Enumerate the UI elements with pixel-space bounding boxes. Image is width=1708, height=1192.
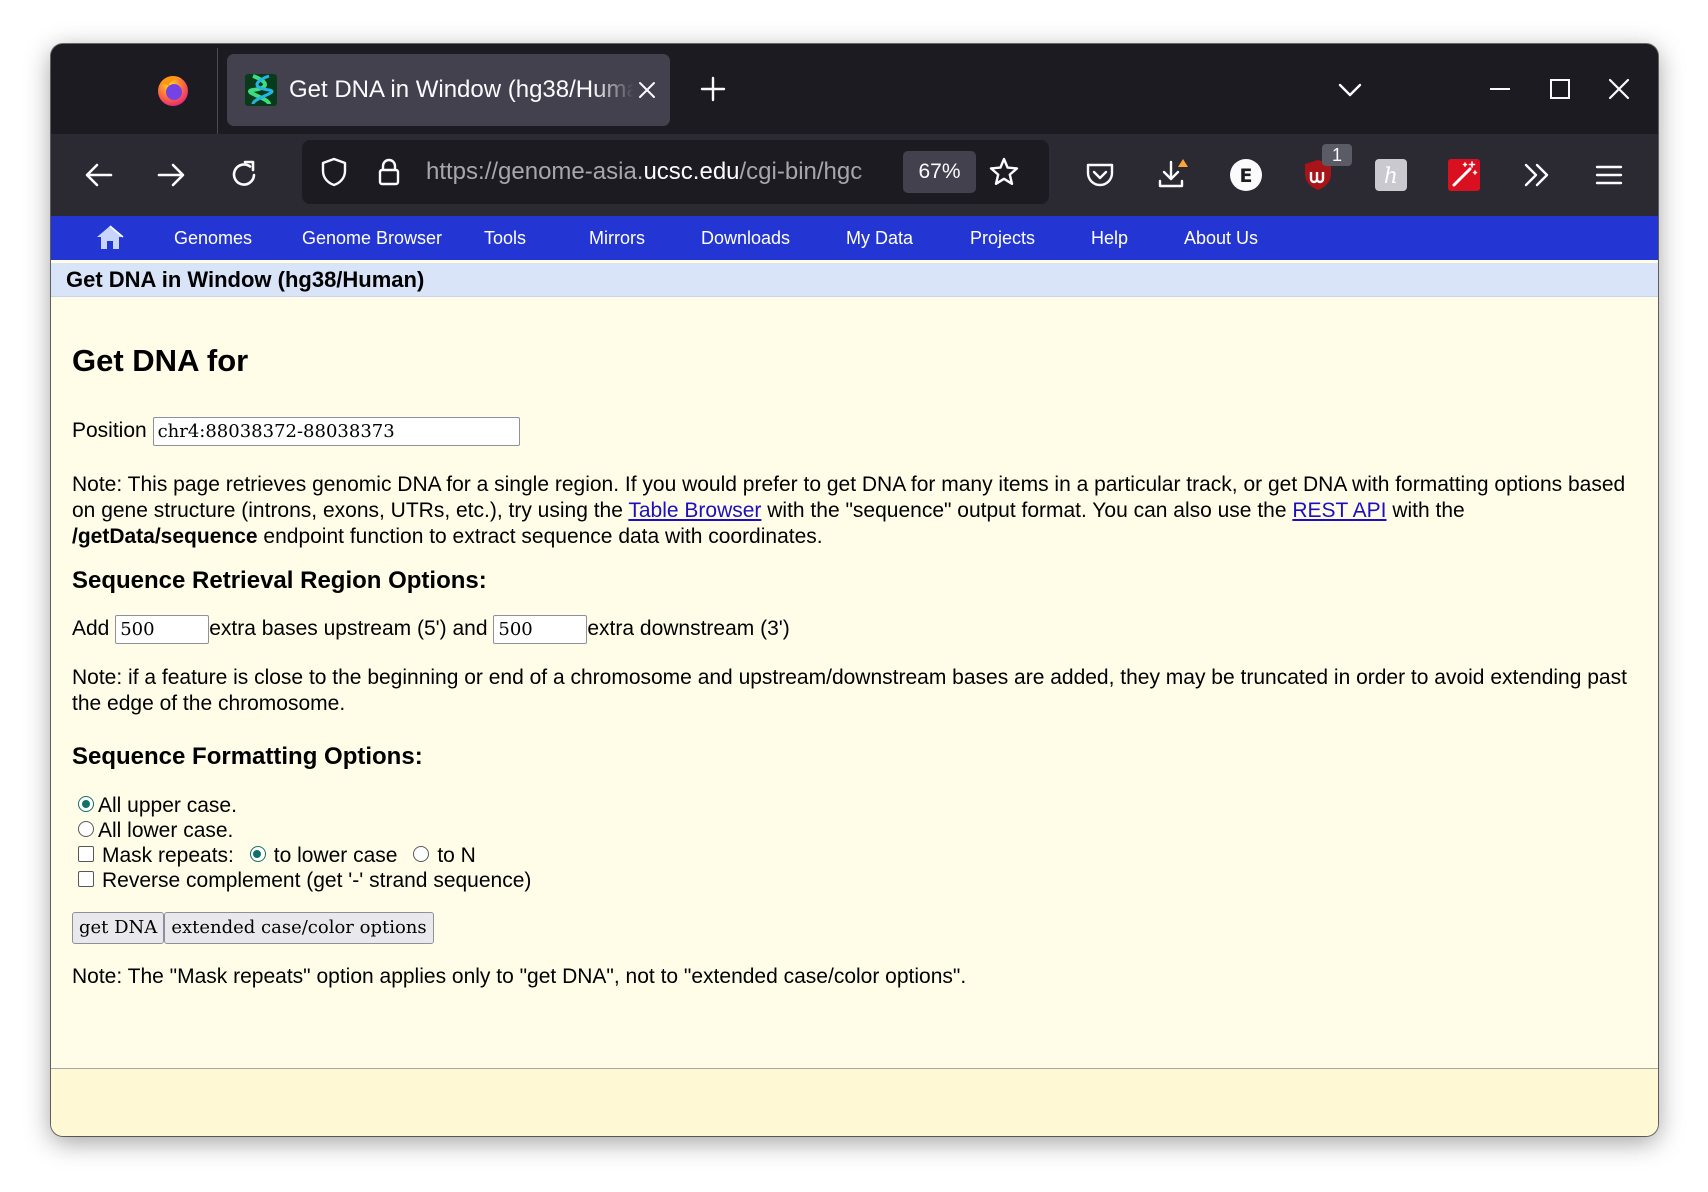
nav-my-data[interactable]: My Data	[846, 216, 913, 260]
position-row: Position chr4:88038372-88038373	[72, 417, 520, 446]
svg-text:ℎ: ℎ	[1384, 164, 1398, 189]
tab-strip: Get DNA in Window (hg38/Human)	[51, 44, 1658, 134]
downloads-icon[interactable]	[1155, 157, 1191, 193]
extension-e-icon[interactable]: E	[1228, 157, 1264, 193]
pocket-icon[interactable]	[1082, 157, 1118, 193]
upper-case-radio[interactable]	[78, 796, 94, 813]
lower-case-radio[interactable]	[78, 821, 94, 838]
ucsc-top-nav: Genomes Genome Browser Tools Mirrors Dow…	[51, 216, 1658, 260]
reverse-complement-option[interactable]: Reverse complement (get '-' strand seque…	[78, 868, 531, 894]
get-dna-button[interactable]: get DNA	[72, 912, 165, 944]
forward-arrow-icon[interactable]	[153, 157, 189, 193]
ucsc-helix-favicon-icon	[245, 74, 277, 106]
nav-projects[interactable]: Projects	[970, 216, 1035, 260]
region-options-heading: Sequence Retrieval Region Options:	[72, 567, 487, 594]
mask-to-n-radio[interactable]	[413, 846, 430, 863]
navigation-toolbar: https://genome-asia.ucsc.edu/cgi-bin/hgc…	[51, 134, 1658, 216]
upper-case-option[interactable]: All upper case.	[78, 793, 237, 819]
list-all-tabs-chevron-icon[interactable]	[1336, 76, 1364, 104]
extended-options-button[interactable]: extended case/color options	[164, 912, 434, 944]
reverse-complement-checkbox[interactable]	[78, 871, 94, 888]
firefox-logo-icon[interactable]	[155, 72, 191, 108]
nav-about-us[interactable]: About Us	[1184, 216, 1258, 260]
rest-api-link[interactable]: REST API	[1292, 499, 1386, 522]
tab-title: Get DNA in Window (hg38/Human)	[289, 76, 634, 103]
nav-mirrors[interactable]: Mirrors	[589, 216, 645, 260]
page-viewport: Genomes Genome Browser Tools Mirrors Dow…	[51, 216, 1658, 1136]
downstream-label: extra downstream (3')	[587, 617, 790, 641]
mask-repeats-note: Note: The "Mask repeats" option applies …	[72, 965, 967, 988]
nav-help[interactable]: Help	[1091, 216, 1128, 260]
table-browser-note: Note: This page retrieves genomic DNA fo…	[72, 473, 1626, 548]
add-label: Add	[72, 617, 110, 641]
svg-text:E: E	[1240, 165, 1253, 187]
active-tab[interactable]: Get DNA in Window (hg38/Human)	[227, 54, 670, 126]
zoom-level-button[interactable]: 67%	[903, 151, 976, 193]
upstream-label: extra bases upstream (5') and	[209, 617, 488, 641]
url-text[interactable]: https://genome-asia.ucsc.edu/cgi-bin/hgc	[426, 140, 888, 204]
action-buttons: get DNA extended case/color options	[72, 912, 434, 944]
formatting-options-heading: Sequence Formatting Options:	[72, 743, 423, 770]
mask-repeats-checkbox[interactable]	[78, 846, 94, 863]
upstream-bases-input[interactable]: 500	[115, 615, 210, 644]
bookmark-star-icon[interactable]	[987, 155, 1021, 189]
page-heading: Get DNA for	[72, 343, 249, 378]
close-window-icon[interactable]	[1604, 74, 1634, 104]
truncation-note: Note: if a feature is close to the begin…	[72, 666, 1627, 715]
mask-repeats-option[interactable]: Mask repeats: to lower case to N	[78, 843, 476, 869]
maximize-window-icon[interactable]	[1545, 74, 1575, 104]
nav-genomes[interactable]: Genomes	[174, 216, 252, 260]
site-security-lock-icon[interactable]	[372, 155, 406, 189]
tracking-protection-shield-icon[interactable]	[317, 155, 351, 189]
position-input[interactable]: chr4:88038372-88038373	[152, 417, 520, 446]
tab-separator	[217, 48, 218, 134]
downstream-bases-input[interactable]: 500	[493, 615, 588, 644]
nav-genome-browser[interactable]: Genome Browser	[302, 216, 442, 260]
back-arrow-icon[interactable]	[81, 157, 117, 193]
close-tab-icon[interactable]	[635, 78, 659, 102]
extra-bases-row: Add 500 extra bases upstream (5') and 500…	[72, 615, 790, 644]
page-bottom-area	[51, 1069, 1658, 1136]
extension-badge: 1	[1322, 144, 1352, 166]
lower-case-option[interactable]: All lower case.	[78, 818, 233, 844]
url-bar[interactable]: https://genome-asia.ucsc.edu/cgi-bin/hgc…	[302, 140, 1049, 204]
page-title-bar: Get DNA in Window (hg38/Human)	[51, 263, 1658, 297]
table-browser-link[interactable]: Table Browser	[628, 499, 761, 522]
hamburger-menu-icon[interactable]	[1591, 157, 1627, 193]
extension-h-icon[interactable]: ℎ	[1373, 157, 1409, 193]
more-tools-chevrons-icon[interactable]	[1519, 157, 1555, 193]
position-label: Position	[72, 419, 147, 443]
home-icon[interactable]	[95, 223, 125, 251]
nav-tools[interactable]: Tools	[484, 216, 526, 260]
mask-to-lower-radio[interactable]	[249, 846, 266, 863]
minimize-window-icon[interactable]	[1485, 74, 1515, 104]
nav-downloads[interactable]: Downloads	[701, 216, 790, 260]
browser-window: Get DNA in Window (hg38/Human) https://g…	[51, 44, 1658, 1136]
magic-wand-extension-icon[interactable]	[1446, 157, 1482, 193]
reload-icon[interactable]	[226, 157, 262, 193]
new-tab-plus-icon[interactable]	[698, 74, 728, 104]
